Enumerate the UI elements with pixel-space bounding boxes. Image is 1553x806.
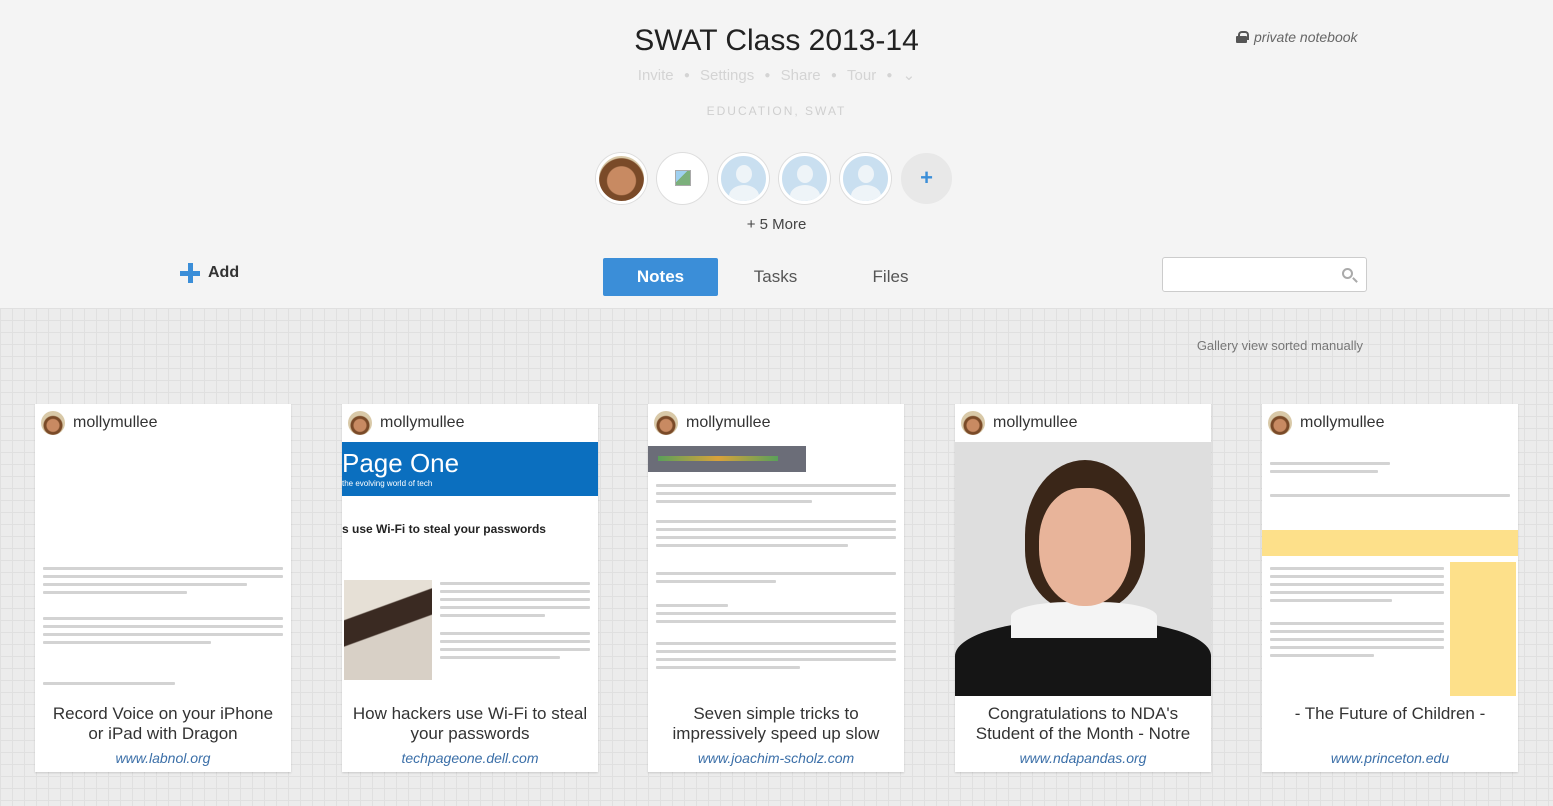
tab-files[interactable]: Files (833, 258, 948, 296)
settings-link[interactable]: Settings (700, 67, 754, 84)
note-thumbnail (648, 442, 904, 696)
note-title: Record Voice on your iPhone or iPad with… (52, 704, 274, 743)
note-title: How hackers use Wi-Fi to steal your pass… (352, 704, 588, 743)
private-notebook-indicator: private notebook (1236, 29, 1358, 45)
note-thumbnail: Page One the evolving world of tech s us… (342, 442, 598, 696)
search-icon[interactable] (1342, 268, 1353, 279)
author-avatar (41, 411, 65, 435)
note-source-url: www.princeton.edu (1330, 750, 1450, 766)
thumbnail-storage-bar (648, 446, 806, 472)
note-author: mollymullee (342, 404, 598, 442)
lock-icon (1236, 31, 1249, 43)
thumbnail-image (344, 580, 432, 680)
note-thumbnail (35, 442, 291, 696)
tab-tasks[interactable]: Tasks (718, 258, 833, 296)
separator-dot: ● (830, 70, 837, 81)
thumbnail-banner: Page One the evolving world of tech (342, 442, 598, 496)
notebook-header: SWAT Class 2013-14 private notebook Invi… (0, 0, 1553, 308)
note-thumbnail (955, 442, 1211, 696)
note-card[interactable]: mollymullee Page One the evolving world … (342, 404, 598, 772)
add-label: Add (208, 264, 240, 281)
note-card[interactable]: mollymullee Congratulations to NDA's Stu… (955, 404, 1211, 772)
tour-link[interactable]: Tour (847, 67, 876, 84)
broken-image-icon (675, 170, 691, 186)
member-avatar[interactable] (657, 153, 708, 204)
tab-notes[interactable]: Notes (603, 258, 718, 296)
separator-dot: ● (764, 70, 771, 81)
note-source-url: techpageone.dell.com (401, 750, 539, 766)
member-avatars: + (596, 153, 952, 204)
plus-icon (180, 263, 200, 283)
note-title: - The Future of Children - (1294, 704, 1486, 723)
notes-gallery: Gallery view sorted manually mollymullee… (0, 308, 1553, 806)
more-members-link[interactable]: + 5 More (0, 216, 1553, 233)
author-avatar (961, 411, 985, 435)
gallery-sort-label[interactable]: Gallery view sorted manually (1197, 338, 1363, 353)
author-avatar (1268, 411, 1292, 435)
note-card[interactable]: mollymullee Record Voice on your iPhone … (35, 404, 291, 772)
note-thumbnail (1262, 442, 1518, 696)
note-author: mollymullee (648, 404, 904, 442)
author-name: mollymullee (380, 414, 465, 431)
note-author: mollymullee (1262, 404, 1518, 442)
notebook-tags[interactable]: EDUCATION, SWAT (0, 104, 1553, 118)
separator-dot: ● (683, 70, 690, 81)
notebook-actions: Invite ● Settings ● Share ● Tour ● ⌄ (0, 66, 1553, 84)
invite-link[interactable]: Invite (638, 67, 674, 84)
author-name: mollymullee (686, 414, 771, 431)
share-link[interactable]: Share (781, 67, 821, 84)
search-input[interactable] (1169, 259, 1339, 290)
chevron-down-icon[interactable]: ⌄ (903, 67, 916, 84)
separator-dot: ● (886, 70, 893, 81)
author-name: mollymullee (1300, 414, 1385, 431)
thumbnail-banner-title: Page One (342, 448, 460, 478)
note-author: mollymullee (35, 404, 291, 442)
note-author: mollymullee (955, 404, 1211, 442)
add-member-button[interactable]: + (901, 153, 952, 204)
thumbnail-heading: s use Wi-Fi to steal your passwords (342, 522, 546, 536)
author-name: mollymullee (993, 414, 1078, 431)
author-name: mollymullee (73, 414, 158, 431)
author-avatar (654, 411, 678, 435)
note-card[interactable]: mollymullee Seven simple tricks to impre… (648, 404, 904, 772)
note-card[interactable]: mollymullee - The Future of Children - w… (1262, 404, 1518, 772)
member-avatar[interactable] (840, 153, 891, 204)
note-source-url: www.ndapandas.org (1019, 750, 1147, 766)
member-avatar[interactable] (718, 153, 769, 204)
member-avatar[interactable] (596, 153, 647, 204)
note-title: Seven simple tricks to impressively spee… (672, 704, 880, 743)
view-tabs: Notes Tasks Files (603, 258, 948, 296)
thumbnail-sidebar (1450, 562, 1516, 696)
private-notebook-label: private notebook (1254, 29, 1358, 45)
author-avatar (348, 411, 372, 435)
search-box (1162, 257, 1367, 292)
add-note-button[interactable]: Add (180, 263, 239, 283)
note-title: Congratulations to NDA's Student of the … (975, 704, 1191, 743)
note-source-url: www.labnol.org (115, 750, 211, 766)
student-photo (955, 442, 1211, 696)
member-avatar[interactable] (779, 153, 830, 204)
thumbnail-banner-tagline: the evolving world of tech (342, 479, 433, 488)
thumbnail-highlight (1262, 530, 1518, 556)
note-source-url: www.joachim-scholz.com (697, 750, 855, 766)
